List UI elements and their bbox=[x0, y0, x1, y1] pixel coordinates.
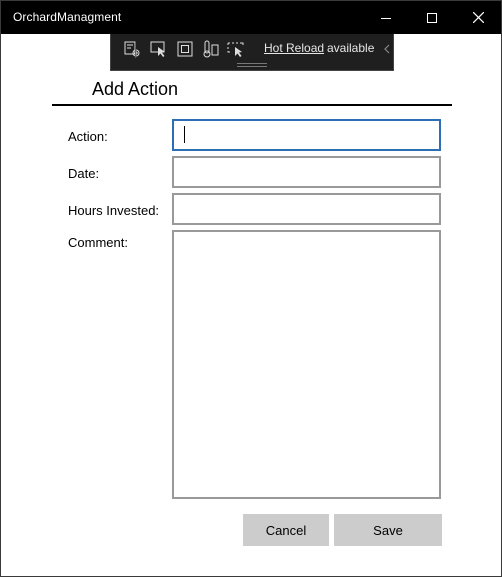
collapse-toolbar-button[interactable] bbox=[381, 39, 393, 59]
toolbar-separator bbox=[135, 42, 136, 58]
title-bar[interactable]: OrchardManagment bbox=[1, 1, 501, 34]
page-title: Add Action bbox=[92, 79, 179, 99]
preview-selection-icon bbox=[227, 42, 244, 57]
xaml-runtime-toolbar: Hot Reload available bbox=[110, 34, 394, 71]
cancel-button[interactable]: Cancel bbox=[243, 514, 329, 546]
select-element-icon bbox=[150, 41, 165, 57]
preview-selection-button[interactable] bbox=[227, 39, 247, 59]
hours-invested-input[interactable] bbox=[172, 193, 441, 225]
comment-label: Comment: bbox=[68, 235, 128, 250]
close-button[interactable] bbox=[455, 1, 501, 34]
chevron-left-icon bbox=[384, 44, 390, 54]
display-layout-adorners-button[interactable] bbox=[175, 39, 195, 59]
track-focus-button[interactable] bbox=[201, 39, 221, 59]
date-input[interactable] bbox=[172, 156, 441, 188]
toolbar-drag-handle[interactable] bbox=[237, 63, 267, 67]
hot-reload-status: available bbox=[327, 41, 375, 55]
close-icon bbox=[472, 12, 484, 23]
live-visual-tree-icon bbox=[124, 41, 140, 57]
maximize-button[interactable] bbox=[409, 1, 455, 34]
minimize-icon bbox=[381, 17, 391, 19]
hours-invested-label: Hours Invested: bbox=[68, 203, 160, 218]
window-title: OrchardManagment bbox=[13, 10, 122, 24]
maximize-icon bbox=[427, 12, 437, 23]
display-layout-adorners-icon bbox=[177, 41, 193, 57]
live-visual-tree-button[interactable] bbox=[122, 39, 142, 59]
action-label: Action: bbox=[68, 129, 108, 144]
select-element-button[interactable] bbox=[149, 39, 169, 59]
hot-reload-link[interactable]: Hot Reload bbox=[264, 41, 324, 55]
save-button[interactable]: Save bbox=[334, 514, 442, 546]
app-window: OrchardManagment Hot Reload available Ad… bbox=[0, 0, 502, 577]
text-caret bbox=[184, 126, 185, 143]
comment-textarea[interactable] bbox=[172, 230, 441, 499]
track-focus-icon bbox=[203, 40, 219, 58]
minimize-button[interactable] bbox=[363, 1, 409, 34]
title-divider bbox=[52, 104, 452, 106]
date-label: Date: bbox=[68, 166, 100, 181]
action-input[interactable] bbox=[172, 119, 441, 151]
